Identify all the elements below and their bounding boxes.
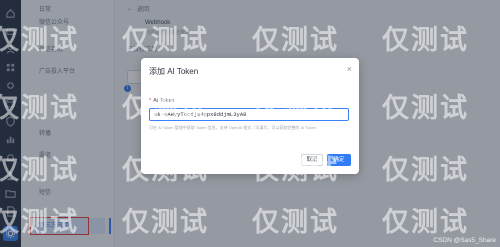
ai-token-label: * AI Token <box>149 98 174 104</box>
confirm-button[interactable]: 确定 <box>327 154 351 166</box>
source-credit: CSDN @Sas5_Share <box>433 237 496 244</box>
dialog-title: 添加 AI Token <box>149 67 199 76</box>
cancel-button[interactable]: 取消 <box>301 154 323 166</box>
ai-token-hint: 可在 AI Token 管理中获取 Token 信息，支持 OpenAI 格式（… <box>149 125 317 130</box>
add-ai-token-dialog: 添加 AI Token × * AI Token sk-sAHyyTocdjs4p… <box>141 58 359 174</box>
close-icon[interactable]: × <box>347 64 352 74</box>
ai-token-label-text: AI Token <box>153 98 175 104</box>
required-mark: * <box>149 98 152 104</box>
ai-token-input[interactable]: sk-sAHyyTocdjs4ppx8ddjmL3yA8 <box>149 108 349 121</box>
